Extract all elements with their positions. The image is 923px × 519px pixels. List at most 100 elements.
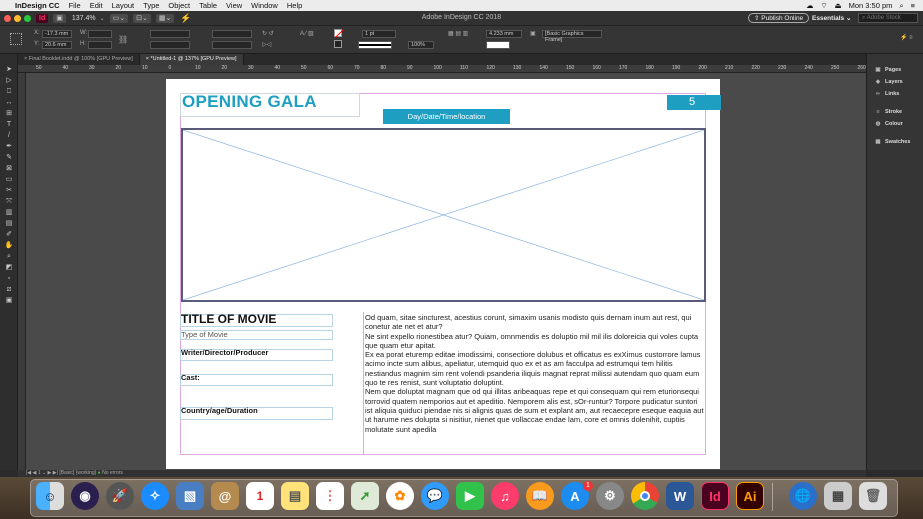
contacts-icon[interactable]: @ <box>211 482 239 510</box>
menu-help[interactable]: Help <box>287 1 302 10</box>
links-panel-button[interactable]: ∞ Links <box>867 88 923 100</box>
colour-panel-button[interactable]: ◍ Colour <box>867 118 923 130</box>
size-field[interactable]: 4.233 mm <box>486 30 522 38</box>
menu-view[interactable]: View <box>226 1 242 10</box>
siri-icon[interactable]: ◉ <box>71 482 99 510</box>
document-page[interactable]: OPENING GALA 5 Day/Date/Time/location TI… <box>166 79 721 469</box>
flip-icon[interactable]: ▷◁ <box>262 41 271 48</box>
page-number-field[interactable]: 1 <box>38 470 41 476</box>
indesign-dock-icon[interactable]: Id <box>701 482 729 510</box>
image-placeholder-frame[interactable] <box>181 128 706 302</box>
menu-type[interactable]: Type <box>143 1 159 10</box>
corner-shape-selector[interactable] <box>486 41 510 49</box>
next-page-icon[interactable]: ⌄ ▶ ▶| <box>42 470 59 476</box>
gradient-tool-icon[interactable]: ▥ <box>0 207 18 218</box>
eyedropper-tool-icon[interactable]: ✐ <box>0 229 18 240</box>
fill-swatch[interactable] <box>334 29 344 38</box>
photos-icon[interactable]: ✿ <box>386 482 414 510</box>
height-field[interactable] <box>88 41 112 49</box>
tab-untitled-1[interactable]: × *Untitled-1 @ 137% [GPU Preview] <box>139 54 244 65</box>
stroke-panel-button[interactable]: ≡ Stroke <box>867 106 923 118</box>
opacity-field[interactable]: 100% <box>408 41 434 49</box>
creative-cloud-icon[interactable]: ☁ <box>806 1 814 10</box>
stroke-type-selector[interactable] <box>358 41 392 49</box>
pen-tool-icon[interactable]: ✒ <box>0 141 18 152</box>
reminders-icon[interactable]: ⋮ <box>316 482 344 510</box>
publish-online-button[interactable]: ⇧ Publish Online <box>748 13 810 23</box>
scissors-tool-icon[interactable]: ✂ <box>0 185 18 196</box>
notes-icon[interactable]: ▤ <box>281 482 309 510</box>
ibooks-icon[interactable]: 📖 <box>526 482 554 510</box>
scale-x-field[interactable] <box>150 30 190 38</box>
spotlight-search-icon[interactable]: ⌕ <box>899 1 903 11</box>
note-tool-icon[interactable]: ▤ <box>0 218 18 229</box>
direct-selection-tool-icon[interactable]: ▷ <box>0 75 18 86</box>
stroke-swatch[interactable] <box>334 40 342 48</box>
y-position-field[interactable]: 20.6 mm <box>42 41 72 49</box>
rectangle-frame-tool-icon[interactable]: ⊠ <box>0 163 18 174</box>
type-tool-icon[interactable]: T <box>0 119 18 130</box>
formatting-affects-icon[interactable]: ▫ <box>0 273 18 284</box>
shear-field[interactable] <box>212 41 252 49</box>
documents-stack-icon[interactable]: ▦ <box>824 482 852 510</box>
menu-edit[interactable]: Edit <box>90 1 103 10</box>
pages-panel-button[interactable]: ▣ Pages <box>867 64 923 76</box>
menu-object[interactable]: Object <box>168 1 190 10</box>
finder-icon[interactable]: ☺ <box>36 482 64 510</box>
gap-tool-icon[interactable]: ↔ <box>0 97 18 108</box>
hand-tool-icon[interactable]: ✋ <box>0 240 18 251</box>
reference-point-icon[interactable] <box>10 33 22 45</box>
menu-file[interactable]: File <box>69 1 81 10</box>
calendar-icon[interactable]: 1 <box>246 482 274 510</box>
menu-app-name[interactable]: InDesign CC <box>15 1 60 10</box>
pencil-tool-icon[interactable]: ✎ <box>0 152 18 163</box>
menu-table[interactable]: Table <box>199 1 217 10</box>
preflight-profile[interactable]: [Basic] (working) <box>59 470 96 476</box>
stroke-weight-field[interactable]: 1 pt <box>362 30 396 38</box>
text-wrap-icons[interactable]: ▦ ▤ ▥ <box>448 30 468 37</box>
object-style-field[interactable]: [Basic Graphics Frame] <box>542 30 602 43</box>
workspace-switcher[interactable]: Essentials ⌄ <box>812 14 851 22</box>
panel-menu-icon[interactable]: ⚡ ≡ <box>900 34 913 41</box>
swatches-panel-button[interactable]: ▦ Swatches <box>867 136 923 148</box>
cast-frame[interactable] <box>180 374 333 386</box>
wifi-icon[interactable]: ⌔ <box>820 1 827 11</box>
fill-icon[interactable]: A ⁄ ▨ <box>300 30 314 37</box>
content-collector-icon[interactable]: ⊞ <box>0 108 18 119</box>
tab-final-booklet[interactable]: × Final Booklet.indd @ 100% [GPU Preview… <box>18 54 140 65</box>
screen-mode-tool-icon[interactable]: ▣ <box>0 295 18 306</box>
word-icon[interactable]: W <box>666 482 694 510</box>
vertical-ruler[interactable] <box>18 73 26 470</box>
layers-panel-button[interactable]: ◈ Layers <box>867 76 923 88</box>
chrome-icon[interactable] <box>631 482 659 510</box>
horizontal-ruler[interactable]: 50 40 30 20 10 0 10 20 30 40 50 60 70 80 90 100 110 120 13… <box>18 65 866 73</box>
itunes-icon[interactable]: ♫ <box>491 482 519 510</box>
line-tool-icon[interactable]: / <box>0 130 18 141</box>
page-tool-icon[interactable]: ⎕ <box>0 86 18 97</box>
selection-tool-icon[interactable]: ➤ <box>0 64 18 75</box>
rotate-icon[interactable]: ↻ ↺ <box>262 30 274 37</box>
preview-icon[interactable]: ▧ <box>176 482 204 510</box>
rotation-field[interactable] <box>212 30 252 38</box>
x-position-field[interactable]: -17.3 mm <box>42 30 72 38</box>
facetime-icon[interactable]: ▶ <box>456 482 484 510</box>
eject-icon[interactable]: ⏏ <box>835 1 842 10</box>
menu-layout[interactable]: Layout <box>112 1 135 10</box>
width-field[interactable] <box>88 30 112 38</box>
trash-icon[interactable]: 🗑 <box>859 482 887 510</box>
menu-window[interactable]: Window <box>251 1 278 10</box>
safari-icon[interactable]: ✧ <box>141 482 169 510</box>
adobe-stock-search[interactable]: ⌕ Adobe Stock <box>858 13 918 23</box>
preflight-errors[interactable]: No errors <box>102 470 123 476</box>
apply-none-icon[interactable]: ⧄ <box>0 284 18 295</box>
fill-stroke-icon[interactable]: ◩ <box>0 262 18 273</box>
downloads-globe-icon[interactable]: 🌐 <box>789 482 817 510</box>
clock[interactable]: Mon 3:50 pm <box>849 1 893 10</box>
constrain-proportions-icon[interactable]: ⛓ <box>118 35 128 44</box>
illustrator-dock-icon[interactable]: Ai <box>736 482 764 510</box>
zoom-tool-icon[interactable]: ⌕ <box>0 251 18 262</box>
messages-icon[interactable]: 💬 <box>421 482 449 510</box>
menu-list-icon[interactable]: ≡ <box>911 1 915 10</box>
launchpad-icon[interactable]: 🚀 <box>106 482 134 510</box>
first-page-icon[interactable]: |◀ ◀ <box>26 470 38 476</box>
